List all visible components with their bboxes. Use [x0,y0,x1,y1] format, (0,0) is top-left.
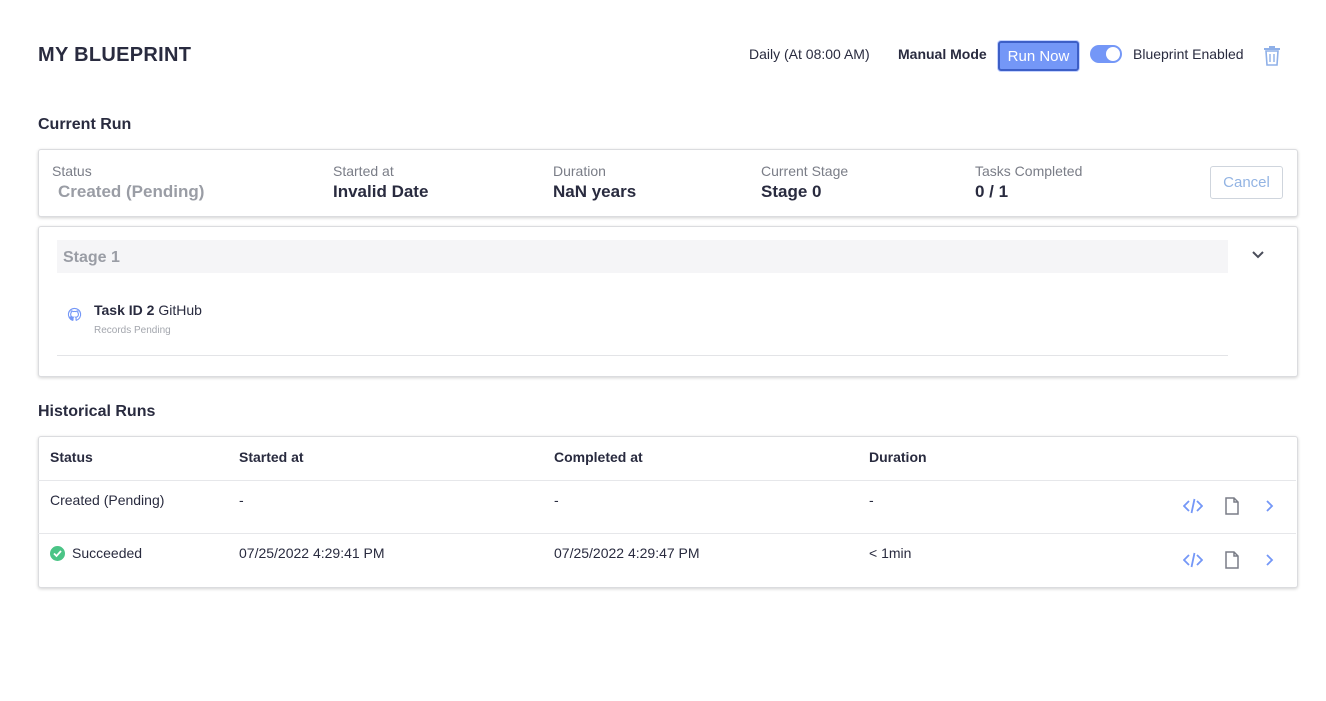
status-label: Status [52,163,92,179]
table-row[interactable] [38,481,1296,533]
row-completed: 07/25/2022 4:29:47 PM [554,545,700,561]
code-icon[interactable] [1182,497,1204,515]
tasks-completed-value: 0 / 1 [975,182,1009,201]
github-icon [67,307,82,322]
historical-runs-title: Historical Runs [38,403,156,420]
stage-title: Stage 1 [63,249,120,266]
stage-divider [57,355,1228,356]
chevron-down-icon[interactable] [1251,247,1265,259]
page-title: MY BLUEPRINT [38,44,192,66]
toggle-knob [1106,47,1120,61]
row-duration: < 1min [869,545,912,561]
task-name: Task ID 2 GitHub [94,302,202,318]
chevron-right-icon[interactable] [1264,497,1284,515]
task-id: Task ID 2 [94,302,155,318]
current-stage-label: Current Stage [761,163,849,179]
row-started: - [239,492,244,508]
stage-header [57,240,1228,273]
column-header-status: Status [50,449,93,465]
current-stage-value: Stage 0 [761,182,822,201]
column-header-duration: Duration [869,449,927,465]
success-icon [50,546,65,561]
current-run-card [38,149,1298,217]
task-plugin: GitHub [158,302,202,318]
row-status: Created (Pending) [50,492,165,508]
blueprint-enabled-label: Blueprint Enabled [1133,46,1244,62]
task-status: Records Pending [94,325,171,336]
file-icon[interactable] [1224,551,1244,569]
schedule-text: Daily (At 08:00 AM) [749,46,870,62]
current-run-title: Current Run [38,116,132,133]
row-duration: - [869,492,874,508]
duration-label: Duration [553,163,606,179]
column-header-completed: Completed at [554,449,643,465]
started-label: Started at [333,163,394,179]
column-header-started: Started at [239,449,304,465]
row-completed: - [554,492,559,508]
row-status: Succeeded [72,545,143,561]
mode-label: Manual Mode [898,46,987,62]
started-value: Invalid Date [333,182,429,201]
cancel-button[interactable]: Cancel [1210,166,1283,199]
blueprint-enabled-toggle[interactable] [1090,45,1122,63]
code-icon[interactable] [1182,551,1204,569]
duration-value: NaN years [553,182,637,201]
tasks-completed-label: Tasks Completed [975,163,1083,179]
file-icon[interactable] [1224,497,1244,515]
run-now-button[interactable]: Run Now [998,41,1079,71]
row-started: 07/25/2022 4:29:41 PM [239,545,385,561]
status-value: Created (Pending) [58,182,205,201]
chevron-right-icon[interactable] [1264,551,1284,569]
trash-icon[interactable] [1262,45,1282,67]
